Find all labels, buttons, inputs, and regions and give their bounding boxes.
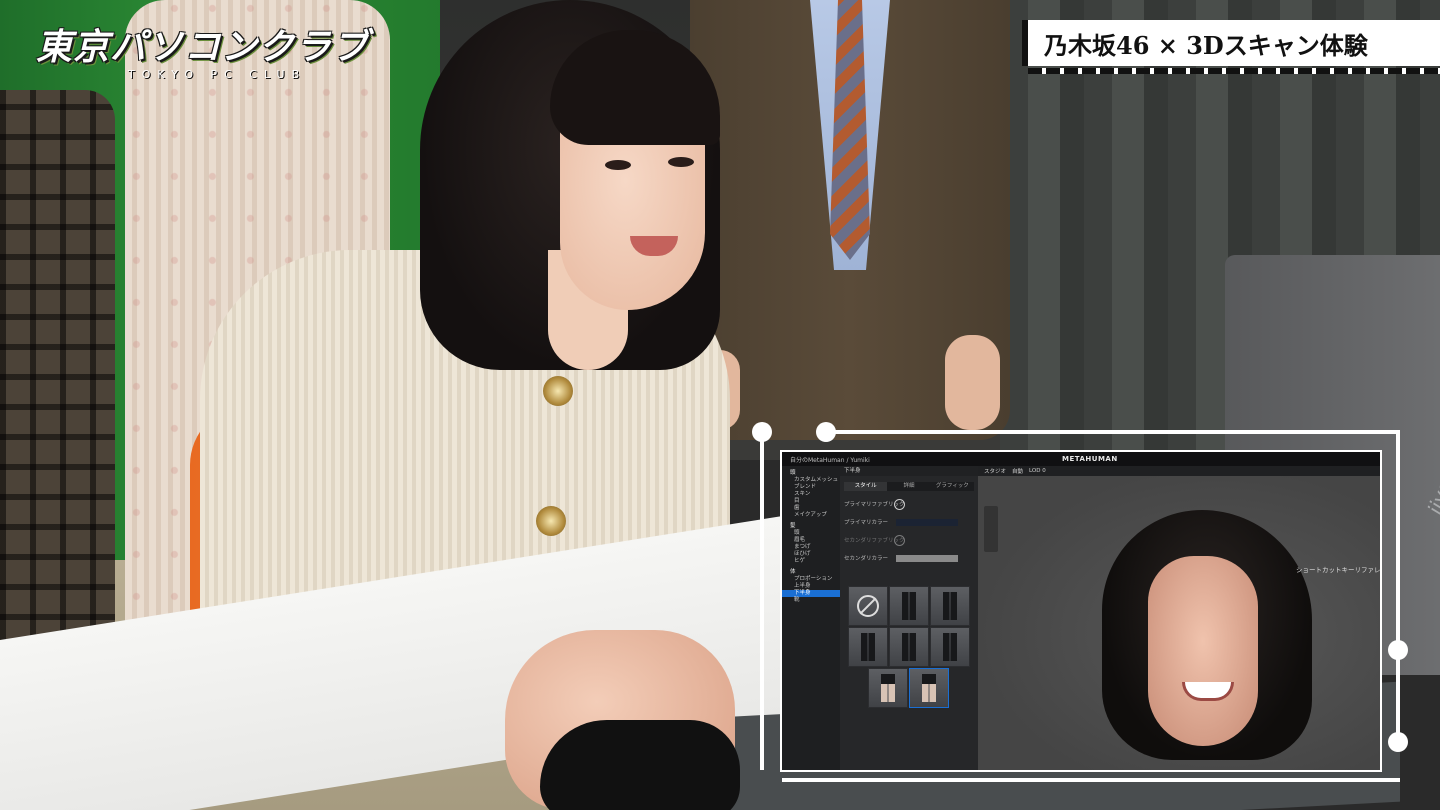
computer-mouse: [540, 720, 740, 810]
pants-icon: [943, 633, 957, 661]
hand: [945, 335, 1000, 430]
pants-icon: [902, 592, 916, 620]
avatar-face: [1148, 556, 1258, 746]
secondary-fabric-label: セカンダリファブリック: [844, 538, 905, 544]
none-icon[interactable]: [894, 534, 905, 546]
nav-item[interactable]: カスタムメッシュ: [782, 477, 840, 484]
show-logo: 東京パソコンクラブ TOKYO PC CLUB: [36, 18, 370, 81]
none-icon: [857, 595, 879, 617]
nav-header-hair: 髪: [790, 523, 796, 529]
nav-item[interactable]: スキン: [782, 491, 840, 498]
nav-header-head: 頭: [790, 470, 796, 476]
nav-item-selected[interactable]: 下半身: [782, 590, 840, 597]
eye: [668, 157, 694, 167]
breadcrumb[interactable]: 自分のMetaHuman / Yumiki: [790, 455, 870, 464]
nav-item[interactable]: 歯: [782, 505, 840, 512]
secondary-color-row: セカンダリカラー: [844, 553, 974, 563]
frame-dot: [1388, 732, 1408, 752]
nav-item[interactable]: ブレンド: [782, 484, 840, 491]
none-icon[interactable]: [894, 498, 905, 510]
eye: [605, 160, 631, 170]
nav-item[interactable]: 目: [782, 498, 840, 505]
panel-tabs: スタイル 詳細 グラフィック: [844, 482, 974, 491]
garment-none-tile[interactable]: [848, 586, 888, 626]
primary-color-row: プライマリカラー: [844, 517, 974, 527]
episode-title: 乃木坂46 × 3Dスキャン体験: [1044, 30, 1368, 60]
metahuman-screen: 自分のMetaHuman / Yumiki METAHUMAN 頭 カスタムメッ…: [780, 450, 1382, 772]
nav-item[interactable]: 頭: [782, 530, 840, 537]
nav-item[interactable]: まつげ: [782, 544, 840, 551]
nav-item[interactable]: 上半身: [782, 583, 840, 590]
nav-item[interactable]: 靴: [782, 597, 840, 604]
pants-icon: [902, 633, 916, 661]
app-brand: METAHUMAN: [1062, 455, 1118, 463]
category-nav: 頭 カスタムメッシュ ブレンド スキン 目 歯 メイクアップ 髪 頭 眉毛 まつ…: [782, 466, 840, 770]
pants-icon: [861, 633, 875, 661]
3d-viewport[interactable]: スタジオ 自動 LOD 0 ショートカットキーリファレンス: [978, 466, 1380, 770]
secondary-color-label: セカンダリカラー: [844, 556, 889, 562]
garment-tile[interactable]: [930, 627, 970, 667]
shortcut-title: ショートカットキーリファレンス: [1296, 566, 1381, 574]
viewport-toolbar: スタジオ 自動 LOD 0: [978, 466, 1380, 476]
app-topbar: 自分のMetaHuman / Yumiki METAHUMAN: [782, 452, 1380, 466]
garment-tile[interactable]: [889, 586, 929, 626]
tab-graphic[interactable]: グラフィック: [930, 482, 974, 491]
nav-header-body: 体: [790, 569, 796, 575]
secondary-fabric-row: セカンダリファブリック: [844, 534, 974, 546]
frame-line: [760, 430, 764, 770]
primary-color-label: プライマリカラー: [844, 520, 889, 526]
shorts-icon: [922, 674, 936, 702]
primary-color-swatch[interactable]: [896, 518, 958, 526]
garment-tile[interactable]: [868, 668, 908, 708]
viewport-lod-button[interactable]: LOD 0: [1029, 468, 1046, 474]
garment-tile-selected[interactable]: [909, 668, 949, 708]
standing-person-plaid-skirt: [0, 90, 115, 650]
cardigan-button: [536, 506, 566, 536]
frame-dot: [1388, 640, 1408, 660]
nav-item[interactable]: メイクアップ: [782, 512, 840, 519]
frame-line: [826, 430, 1400, 434]
garment-tile[interactable]: [848, 627, 888, 667]
lower-body-panel: 下半身 スタイル 詳細 グラフィック プライマリファブリック プライマリカラー …: [840, 466, 978, 770]
nav-item[interactable]: ほひげ: [782, 551, 840, 558]
episode-title-banner: 乃木坂46 × 3Dスキャン体験: [1022, 20, 1440, 74]
shorts-icon: [881, 674, 895, 702]
panel-title: 下半身: [840, 466, 978, 476]
frame-line: [782, 778, 1400, 782]
nav-item[interactable]: 眉毛: [782, 537, 840, 544]
nav-item[interactable]: ヒゲ: [782, 558, 840, 565]
shortcut-reference: ショートカットキーリファレンス: [1296, 564, 1380, 578]
logo-title: 東京パソコンクラブ: [36, 27, 370, 68]
tab-style[interactable]: スタイル: [844, 482, 888, 491]
primary-fabric-label: プライマリファブリック: [844, 502, 905, 508]
frame-line: [1396, 430, 1400, 750]
frame-dot: [816, 422, 836, 442]
garment-tile[interactable]: [889, 627, 929, 667]
camera-controls[interactable]: [984, 506, 998, 552]
pants-icon: [943, 592, 957, 620]
cardigan-button: [543, 376, 573, 406]
secondary-color-swatch[interactable]: [896, 554, 958, 562]
nav-item[interactable]: プロポーション: [782, 576, 840, 583]
primary-fabric-row: プライマリファブリック: [844, 498, 974, 510]
garment-tile[interactable]: [930, 586, 970, 626]
viewport-studio-button[interactable]: スタジオ: [984, 467, 1006, 475]
frame-dot: [752, 422, 772, 442]
viewport-auto-button[interactable]: 自動: [1012, 467, 1023, 475]
tab-detail[interactable]: 詳細: [887, 482, 931, 491]
